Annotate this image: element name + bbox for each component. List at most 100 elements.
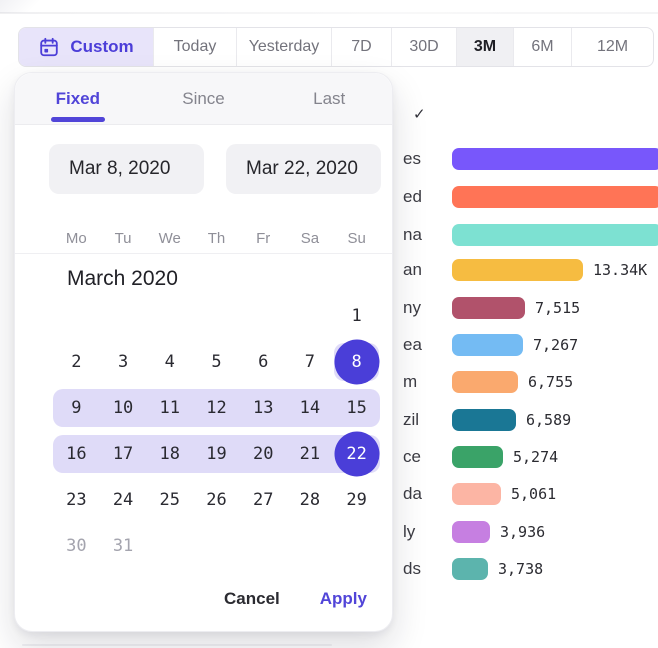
day-14[interactable]: 14 bbox=[287, 385, 334, 431]
datepicker-tabs: FixedSinceLast bbox=[15, 73, 392, 125]
cancel-button[interactable]: Cancel bbox=[224, 589, 280, 609]
bar-label[interactable]: ed bbox=[403, 187, 422, 207]
day-23[interactable]: 23 bbox=[53, 477, 100, 523]
bar-label[interactable]: an bbox=[403, 260, 422, 280]
empty-day-cell bbox=[287, 523, 334, 569]
bar-value: 3,738 bbox=[498, 560, 543, 578]
day-31[interactable]: 31 bbox=[100, 523, 147, 569]
empty-day-cell bbox=[53, 293, 100, 339]
bar[interactable] bbox=[452, 224, 658, 246]
day-20[interactable]: 20 bbox=[240, 431, 287, 477]
bar-label[interactable]: da bbox=[403, 484, 422, 504]
datepicker-popup: FixedSinceLast Mar 8, 2020 Mar 22, 2020 … bbox=[14, 72, 393, 632]
day-6[interactable]: 6 bbox=[240, 339, 287, 385]
empty-day-cell bbox=[240, 293, 287, 339]
day-19[interactable]: 19 bbox=[193, 431, 240, 477]
start-date-input[interactable]: Mar 8, 2020 bbox=[49, 144, 204, 194]
weekday-su: Su bbox=[333, 230, 380, 247]
day-16[interactable]: 16 bbox=[53, 431, 100, 477]
date-inputs-row: Mar 8, 2020 Mar 22, 2020 bbox=[49, 144, 381, 194]
bar[interactable] bbox=[452, 371, 518, 393]
bar-label[interactable]: ce bbox=[403, 447, 421, 467]
day-22[interactable]: 22 bbox=[333, 431, 380, 477]
weekday-header: MoTuWeThFrSaSu bbox=[53, 223, 380, 253]
calendar-week: 3031 bbox=[53, 523, 380, 569]
day-28[interactable]: 28 bbox=[287, 477, 334, 523]
calendar-week: 23242526272829 bbox=[53, 477, 380, 523]
weekday-mo: Mo bbox=[53, 230, 100, 247]
weekday-we: We bbox=[146, 230, 193, 247]
bar-label[interactable]: es bbox=[403, 149, 421, 169]
weekday-sa: Sa bbox=[287, 230, 334, 247]
day-3[interactable]: 3 bbox=[100, 339, 147, 385]
day-30[interactable]: 30 bbox=[53, 523, 100, 569]
bar-label[interactable]: zil bbox=[403, 410, 419, 430]
bar[interactable] bbox=[452, 334, 523, 356]
bar-label[interactable]: m bbox=[403, 372, 417, 392]
day-29[interactable]: 29 bbox=[333, 477, 380, 523]
day-21[interactable]: 21 bbox=[287, 431, 334, 477]
tab-fixed[interactable]: Fixed bbox=[15, 73, 141, 124]
calendar-grid: 1234567891011121314151617181920212223242… bbox=[53, 293, 380, 569]
empty-day-cell bbox=[100, 293, 147, 339]
day-10[interactable]: 10 bbox=[100, 385, 147, 431]
bar[interactable] bbox=[452, 148, 658, 170]
bar-value: 5,274 bbox=[513, 448, 558, 466]
empty-day-cell bbox=[287, 293, 334, 339]
empty-day-cell bbox=[193, 293, 240, 339]
empty-day-cell bbox=[240, 523, 287, 569]
bar[interactable] bbox=[452, 297, 525, 319]
bar-value: 7,267 bbox=[533, 336, 578, 354]
end-date-input[interactable]: Mar 22, 2020 bbox=[226, 144, 381, 194]
day-12[interactable]: 12 bbox=[193, 385, 240, 431]
empty-day-cell bbox=[146, 293, 193, 339]
day-26[interactable]: 26 bbox=[193, 477, 240, 523]
day-15[interactable]: 15 bbox=[333, 385, 380, 431]
tab-last[interactable]: Last bbox=[266, 73, 392, 124]
bar[interactable] bbox=[452, 409, 516, 431]
month-title: March 2020 bbox=[67, 267, 178, 291]
bar-value: 13.34K bbox=[593, 261, 647, 279]
bar[interactable] bbox=[452, 446, 503, 468]
day-1[interactable]: 1 bbox=[333, 293, 380, 339]
bar-label[interactable]: ly bbox=[403, 522, 415, 542]
weekday-th: Th bbox=[193, 230, 240, 247]
day-5[interactable]: 5 bbox=[193, 339, 240, 385]
bar[interactable] bbox=[452, 521, 490, 543]
calendar-week: 9101112131415 bbox=[53, 385, 380, 431]
empty-day-cell bbox=[193, 523, 240, 569]
day-27[interactable]: 27 bbox=[240, 477, 287, 523]
day-4[interactable]: 4 bbox=[146, 339, 193, 385]
calendar-week: 1 bbox=[53, 293, 380, 339]
day-7[interactable]: 7 bbox=[287, 339, 334, 385]
day-9[interactable]: 9 bbox=[53, 385, 100, 431]
bar-value: 3,936 bbox=[500, 523, 545, 541]
calendar-week: 2345678 bbox=[53, 339, 380, 385]
bar-value: 6,755 bbox=[528, 373, 573, 391]
empty-day-cell bbox=[146, 523, 193, 569]
bar-label[interactable]: ds bbox=[403, 559, 421, 579]
bar[interactable] bbox=[452, 558, 488, 580]
day-17[interactable]: 17 bbox=[100, 431, 147, 477]
calendar-week: 16171819202122 bbox=[53, 431, 380, 477]
bar-label[interactable]: ny bbox=[403, 298, 421, 318]
bar[interactable] bbox=[452, 483, 501, 505]
bar-label[interactable]: ea bbox=[403, 335, 422, 355]
bar-value: 7,515 bbox=[535, 299, 580, 317]
check-icon: ✓ bbox=[413, 105, 426, 123]
day-2[interactable]: 2 bbox=[53, 339, 100, 385]
empty-day-cell bbox=[333, 523, 380, 569]
tab-since[interactable]: Since bbox=[141, 73, 267, 124]
day-8[interactable]: 8 bbox=[333, 339, 380, 385]
bar-label[interactable]: na bbox=[403, 225, 422, 245]
day-18[interactable]: 18 bbox=[146, 431, 193, 477]
bar-value: 6,589 bbox=[526, 411, 571, 429]
day-25[interactable]: 25 bbox=[146, 477, 193, 523]
bar[interactable] bbox=[452, 259, 583, 281]
day-11[interactable]: 11 bbox=[146, 385, 193, 431]
day-24[interactable]: 24 bbox=[100, 477, 147, 523]
weekday-fr: Fr bbox=[240, 230, 287, 247]
apply-button[interactable]: Apply bbox=[320, 589, 367, 609]
bar[interactable] bbox=[452, 186, 658, 208]
day-13[interactable]: 13 bbox=[240, 385, 287, 431]
